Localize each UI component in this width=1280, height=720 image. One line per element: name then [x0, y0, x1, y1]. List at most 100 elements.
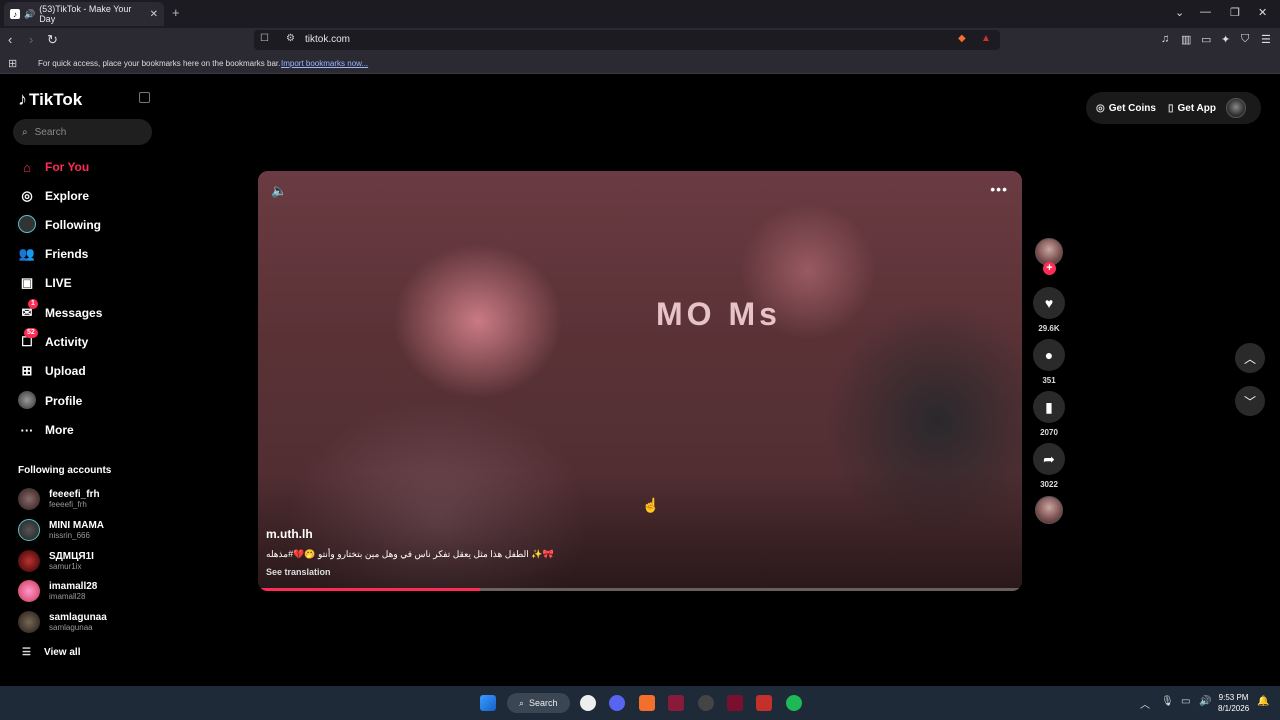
media-icon[interactable]: ♫: [1161, 33, 1169, 45]
minimize-icon[interactable]: —: [1200, 6, 1211, 18]
search-input[interactable]: ⌕ Search: [13, 119, 152, 145]
bookmark-icon[interactable]: ☐: [260, 33, 269, 44]
profile-avatar[interactable]: [1226, 98, 1246, 118]
taskbar-clock[interactable]: 9:53 PM 8/1/2026: [1218, 692, 1249, 714]
leo-ai-icon[interactable]: ✦: [1221, 33, 1230, 46]
nav-following[interactable]: Following: [18, 214, 101, 235]
nav-label: Activity: [45, 335, 89, 349]
upload-icon: ⊞: [21, 363, 33, 378]
live-icon: ▣: [20, 275, 34, 290]
taskbar-search[interactable]: ⌕ Search: [507, 693, 570, 713]
nav-more[interactable]: ··· More: [18, 420, 74, 440]
see-translation-link[interactable]: See translation: [266, 567, 331, 577]
coin-icon: ◎: [1096, 102, 1105, 114]
share-button[interactable]: ➦: [1033, 443, 1065, 475]
get-app-button[interactable]: ▯ Get App: [1168, 103, 1216, 114]
more-options-icon[interactable]: •••: [990, 181, 1008, 197]
brave-browser-icon[interactable]: [639, 695, 655, 711]
volume-icon[interactable]: 🔈: [271, 183, 287, 199]
nav-activity[interactable]: ☐ 52 Activity: [18, 328, 89, 352]
new-tab-icon[interactable]: +: [172, 5, 180, 20]
following-account[interactable]: samlagunaa samlagunaa: [18, 611, 107, 633]
follow-plus-icon[interactable]: +: [1043, 262, 1056, 275]
sound-disc-avatar[interactable]: [1035, 496, 1063, 524]
url-text[interactable]: tiktok.com: [305, 34, 350, 45]
view-all-link[interactable]: ☰ View all: [22, 647, 80, 658]
site-info-icon[interactable]: ⚙: [286, 33, 295, 44]
nav-explore[interactable]: ◎ Explore: [18, 186, 89, 206]
like-button[interactable]: ♥: [1033, 287, 1065, 319]
back-icon[interactable]: ‹: [8, 32, 12, 47]
nav-messages[interactable]: ✉ 1 Messages: [18, 299, 103, 323]
vpn-icon[interactable]: ⛉: [1241, 33, 1249, 46]
save-count: 2070: [1040, 428, 1058, 437]
video-progress-bar[interactable]: [258, 588, 1022, 591]
reload-icon[interactable]: ↻: [47, 32, 58, 48]
following-accounts-heading: Following accounts: [18, 465, 112, 476]
app-icon[interactable]: [580, 695, 596, 711]
nav-label: LIVE: [45, 276, 72, 290]
previous-video-button[interactable]: ︿: [1235, 343, 1265, 373]
following-account[interactable]: SДМЦЯ1I samur1ix: [18, 550, 94, 572]
menu-icon[interactable]: ☰: [1261, 33, 1271, 46]
close-window-icon[interactable]: ✕: [1258, 6, 1267, 19]
search-icon: ⌕: [519, 697, 525, 708]
forward-icon[interactable]: ›: [29, 32, 33, 47]
nav-label: Messages: [45, 306, 103, 320]
nav-friends[interactable]: 👥 Friends: [18, 244, 88, 264]
tiktok-logo[interactable]: ♪ TikTok: [18, 89, 82, 110]
import-bookmarks-link[interactable]: Import bookmarks now...: [281, 59, 368, 68]
brave-shields-icon[interactable]: ◆: [958, 33, 966, 44]
windows-start-icon[interactable]: [480, 695, 496, 711]
like-count: 29.6K: [1038, 324, 1060, 333]
bookmarks-bar: ⊞ For quick access, place your bookmarks…: [0, 52, 1280, 74]
apps-grid-icon[interactable]: ⊞: [8, 57, 17, 70]
chevron-down-icon[interactable]: ⌄: [1175, 6, 1184, 19]
browser-tab[interactable]: ♪ 🔊 (53)TikTok - Make Your Day ✕: [4, 2, 164, 26]
collapse-sidebar-icon[interactable]: [139, 92, 150, 103]
following-account[interactable]: imamall28 imamall28: [18, 580, 97, 602]
nav-profile[interactable]: Profile: [18, 390, 82, 411]
heart-icon: ♥: [1044, 295, 1054, 311]
app-icon[interactable]: [698, 695, 714, 711]
video-player[interactable]: MO Ms 🔈 ••• m.uth.lh الطفل هذا مثل يعقل …: [258, 171, 1022, 591]
video-author[interactable]: m.uth.lh: [266, 527, 313, 541]
avatar: [18, 488, 40, 510]
nav-upload[interactable]: ⊞ Upload: [18, 361, 86, 381]
get-coins-button[interactable]: ◎ Get Coins: [1096, 103, 1156, 114]
nav-for-you[interactable]: ⌂ For You: [18, 157, 89, 177]
more-icon: ···: [20, 422, 34, 438]
tiktok-note-icon: ♪: [18, 89, 27, 109]
save-button[interactable]: ▮: [1033, 391, 1065, 423]
network-icon[interactable]: ▭: [1181, 696, 1190, 707]
comment-button[interactable]: ●: [1033, 339, 1065, 371]
wallet-icon[interactable]: ▭: [1201, 33, 1211, 46]
video-background-sign: MO Ms: [656, 296, 781, 332]
following-account[interactable]: MINI MAMA nissrin_666: [18, 519, 104, 541]
volume-tray-icon[interactable]: 🔊: [1199, 696, 1211, 707]
app-icon[interactable]: [727, 695, 743, 711]
bookmark-save-icon: ▮: [1045, 398, 1053, 415]
maximize-icon[interactable]: ❐: [1230, 6, 1240, 19]
discord-icon[interactable]: [609, 695, 625, 711]
microphone-icon[interactable]: 🎙: [1161, 696, 1174, 707]
address-bar[interactable]: [254, 30, 1000, 50]
speaker-icon[interactable]: 🔊: [24, 9, 35, 20]
tray-chevron-icon[interactable]: ︿: [1140, 696, 1150, 711]
close-tab-icon[interactable]: ✕: [150, 9, 158, 20]
nav-live[interactable]: ▣ LIVE: [18, 273, 72, 293]
video-gradient-overlay: [258, 471, 1022, 591]
app-icon[interactable]: [756, 695, 772, 711]
tab-title: (53)TikTok - Make Your Day: [39, 4, 132, 24]
app-icon[interactable]: [668, 695, 684, 711]
brave-rewards-icon[interactable]: ▲: [981, 33, 991, 44]
sidebar-icon[interactable]: ▥: [1181, 33, 1191, 46]
video-progress-fill: [258, 588, 480, 591]
browser-tab-bar: ♪ 🔊 (53)TikTok - Make Your Day ✕ + ⌄ — ❐…: [0, 0, 1280, 28]
notification-icon[interactable]: 🔔: [1257, 696, 1269, 707]
spotify-icon[interactable]: [786, 695, 802, 711]
next-video-button[interactable]: ﹀: [1235, 386, 1265, 416]
windows-taskbar: ⌕ Search ︿ 🎙 ▭ 🔊 9:53 PM 8/1/2026 🔔: [0, 686, 1280, 720]
following-account[interactable]: feeeefi_frh feeeefi_frh: [18, 488, 100, 510]
taskbar-search-label: Search: [529, 698, 558, 708]
